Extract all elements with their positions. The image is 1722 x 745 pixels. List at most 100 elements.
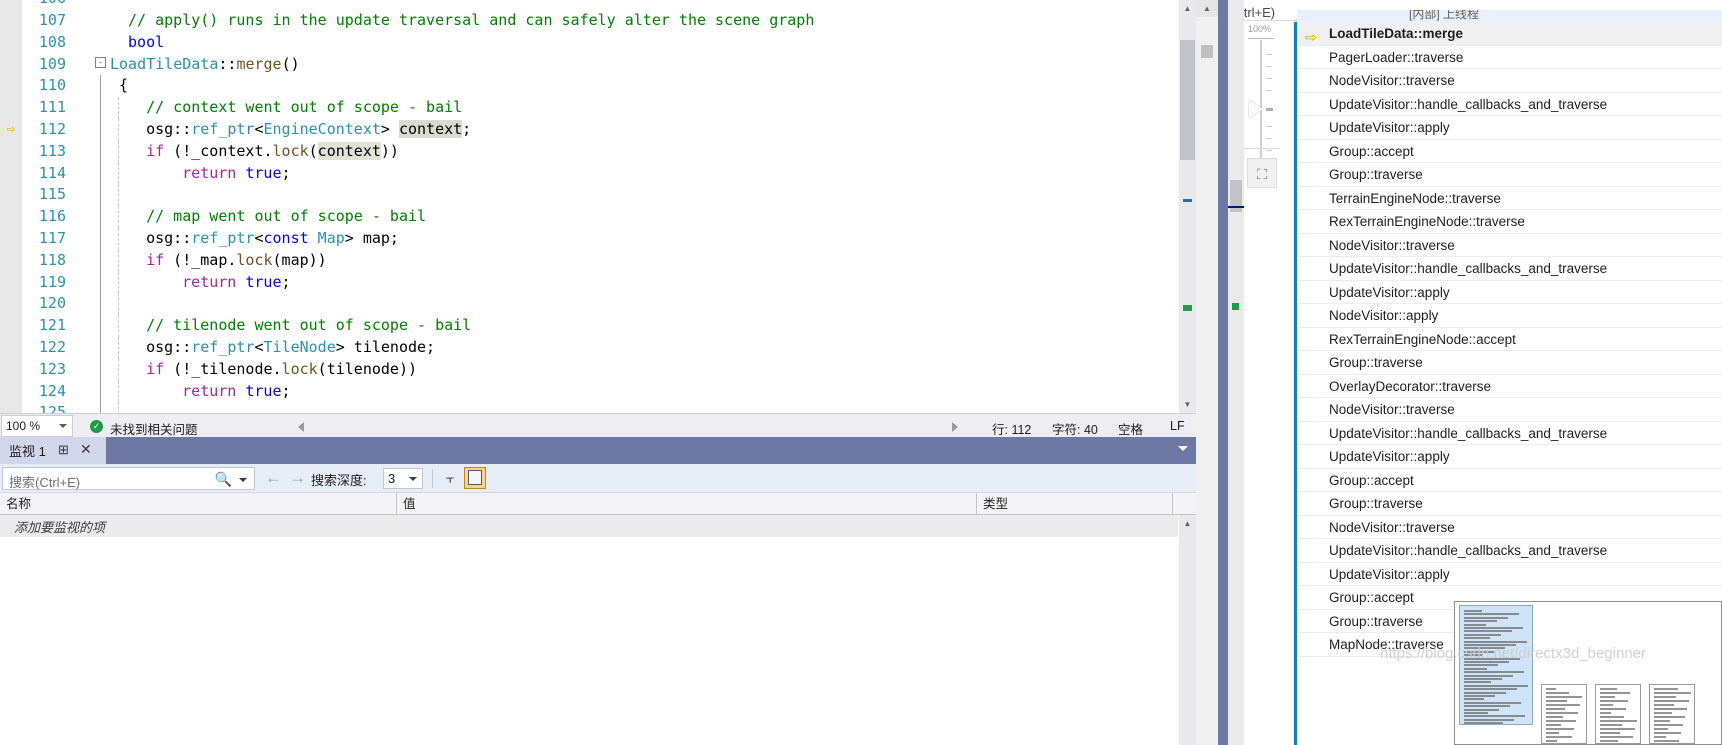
- code-line[interactable]: 106: [0, 0, 1160, 10]
- thumbnail-text-line: [1464, 695, 1495, 697]
- code-line[interactable]: 120: [0, 293, 1160, 316]
- search-icon[interactable]: 🔍: [215, 471, 232, 488]
- zoom-slider[interactable]: 100%: [1244, 20, 1286, 180]
- call-stack-frame[interactable]: Group::traverse: [1297, 351, 1722, 375]
- column-header-value[interactable]: 值: [397, 493, 977, 515]
- outer-vertical-scrollbar[interactable]: ▲: [1196, 0, 1218, 745]
- code-line[interactable]: 113 if (!_context.lock(context)): [0, 140, 1160, 163]
- call-stack-frame[interactable]: UpdateVisitor::handle_callbacks_and_trav…: [1297, 93, 1722, 116]
- call-stack-frame[interactable]: UpdateVisitor::apply: [1297, 563, 1722, 586]
- call-stack-frame[interactable]: NodeVisitor::traverse: [1297, 234, 1722, 257]
- code-line[interactable]: 110 {: [0, 75, 1160, 98]
- chevron-down-icon[interactable]: [59, 424, 67, 428]
- block-structure-guide: [100, 271, 101, 294]
- call-stack-frame[interactable]: NodeVisitor::apply: [1297, 304, 1722, 328]
- call-stack-frame[interactable]: NodeVisitor::traverse: [1297, 69, 1722, 93]
- previous-issue-icon[interactable]: [298, 422, 304, 432]
- toolbar-divider: [432, 469, 433, 488]
- code-line-text: // apply() runs in the update traversal …: [128, 10, 814, 32]
- call-stack-frame[interactable]: NodeVisitor::traverse: [1297, 398, 1722, 422]
- indent-guide: [118, 271, 119, 294]
- code-line[interactable]: 114 return true;: [0, 162, 1160, 185]
- thumbnail-text-line: [1546, 692, 1569, 694]
- code-line[interactable]: 119 return true;: [0, 271, 1160, 294]
- watch-vertical-scrollbar[interactable]: ▲: [1179, 515, 1196, 745]
- call-stack-frame[interactable]: Group::traverse: [1297, 163, 1722, 187]
- thumbnail-text-line: [1600, 696, 1615, 698]
- zoom-level-combo[interactable]: 100 %: [1, 415, 73, 437]
- scroll-up-icon[interactable]: ▲: [1179, 515, 1196, 532]
- call-stack-scroll-margin[interactable]: [1228, 0, 1244, 745]
- code-line[interactable]: 125: [0, 402, 1160, 413]
- chevron-down-icon[interactable]: [409, 477, 417, 481]
- tab-watch-1[interactable]: 监视 1 ⊞ ✕: [0, 437, 106, 464]
- call-stack-frame[interactable]: UpdateVisitor::handle_callbacks_and_trav…: [1297, 257, 1722, 281]
- code-token: (): [281, 54, 300, 73]
- outlining-collapse-icon[interactable]: -: [95, 56, 106, 68]
- call-stack-frame[interactable]: Group::accept: [1297, 469, 1722, 492]
- watch-add-item-row[interactable]: 添加要监视的项: [0, 515, 1178, 537]
- zoom-slider-handle[interactable]: [1249, 100, 1263, 118]
- hexadecimal-display-button[interactable]: [464, 467, 486, 489]
- code-line[interactable]: 123 if (!_tilenode.lock(tilenode)): [0, 358, 1160, 381]
- code-line[interactable]: 121 // tilenode went out of scope - bail: [0, 315, 1160, 337]
- watch-search-input[interactable]: 搜索(Ctrl+E) 🔍: [2, 467, 255, 490]
- column-header-type[interactable]: 类型: [977, 493, 1173, 515]
- editor-scroll-thumb[interactable]: [1180, 40, 1195, 160]
- call-stack-frame[interactable]: OverlayDecorator::traverse: [1297, 375, 1722, 398]
- navigate-back-icon[interactable]: ←: [265, 468, 282, 488]
- call-stack-frame[interactable]: TerrainEngineNode::traverse: [1297, 187, 1722, 210]
- code-token: lock: [272, 141, 309, 160]
- code-line[interactable]: 115: [0, 184, 1160, 207]
- code-lines-container[interactable]: 106107 // apply() runs in the update trav…: [0, 0, 1160, 413]
- column-header-name[interactable]: 名称: [0, 493, 397, 515]
- filter-button[interactable]: ⫟: [440, 467, 460, 489]
- scroll-down-icon[interactable]: ▼: [1179, 396, 1196, 413]
- call-stack-frame[interactable]: UpdateVisitor::apply: [1297, 445, 1722, 469]
- search-depth-combo[interactable]: 3: [383, 468, 423, 489]
- thumbnail-text-line: [1654, 688, 1678, 690]
- call-stack-frame[interactable]: RexTerrainEngineNode::traverse: [1297, 210, 1722, 234]
- navigate-forward-icon[interactable]: →: [289, 468, 306, 488]
- code-line[interactable]: 118 if (!_map.lock(map)): [0, 249, 1160, 272]
- close-icon[interactable]: ✕: [80, 441, 92, 458]
- thumbnail-overlay[interactable]: [1454, 601, 1722, 745]
- indent-guide: [118, 315, 119, 337]
- thumbnail-text-line: [1464, 698, 1484, 701]
- outer-scroll-thumb[interactable]: [1201, 45, 1213, 58]
- call-stack-frame[interactable]: ⇨ LoadTileData::merge: [1297, 22, 1722, 46]
- call-stack-frame-label: Group::traverse: [1329, 496, 1423, 511]
- watch-rows-container[interactable]: 添加要监视的项: [0, 515, 1178, 745]
- editor-vertical-scrollbar[interactable]: ▲ ▼: [1179, 0, 1196, 413]
- chevron-down-icon[interactable]: [239, 478, 247, 482]
- scroll-up-icon[interactable]: ▲: [1179, 0, 1196, 17]
- scroll-up-icon[interactable]: ▲: [1196, 0, 1218, 17]
- call-stack-frame[interactable]: UpdateVisitor::handle_callbacks_and_trav…: [1297, 422, 1722, 445]
- chevron-down-icon[interactable]: [1178, 446, 1188, 451]
- code-line[interactable]: 109 - LoadTileData::merge(): [0, 54, 1160, 76]
- indent-guide: [118, 140, 119, 163]
- call-stack-frame-label: TerrainEngineNode::traverse: [1329, 190, 1501, 206]
- code-line[interactable]: 117 osg::ref_ptr<const Map> map;: [0, 227, 1160, 250]
- call-stack-frame[interactable]: Group::traverse: [1297, 492, 1722, 516]
- code-line[interactable]: 124 return true;: [0, 380, 1160, 403]
- block-structure-guide: [100, 380, 101, 403]
- call-stack-frame[interactable]: UpdateVisitor::apply: [1297, 281, 1722, 304]
- code-line[interactable]: ⇨ 112 osg::ref_ptr<EngineContext> context;: [0, 118, 1160, 141]
- code-line[interactable]: 107 // apply() runs in the update travers…: [0, 10, 1160, 32]
- call-stack-frame[interactable]: UpdateVisitor::apply: [1297, 116, 1722, 140]
- call-stack-frame[interactable]: PagerLoader::traverse: [1297, 46, 1722, 69]
- code-line[interactable]: 122 osg::ref_ptr<TileNode> tilenode;: [0, 336, 1160, 359]
- call-stack-frame[interactable]: Group::accept: [1297, 140, 1722, 163]
- code-line[interactable]: 108 bool: [0, 32, 1160, 54]
- call-stack-frame[interactable]: NodeVisitor::traverse: [1297, 516, 1722, 539]
- call-stack-frame[interactable]: RexTerrainEngineNode::accept: [1297, 328, 1722, 351]
- zoom-tick: [1266, 126, 1272, 127]
- code-line[interactable]: 111 // context went out of scope - bail: [0, 97, 1160, 119]
- fit-to-screen-button[interactable]: ⛶: [1247, 158, 1277, 188]
- code-editor[interactable]: 106107 // apply() runs in the update trav…: [0, 0, 1196, 413]
- code-line[interactable]: 116 // map went out of scope - bail: [0, 206, 1160, 228]
- next-issue-icon[interactable]: [952, 422, 958, 432]
- pin-icon[interactable]: ⊞: [58, 442, 69, 458]
- call-stack-frame[interactable]: UpdateVisitor::handle_callbacks_and_trav…: [1297, 539, 1722, 563]
